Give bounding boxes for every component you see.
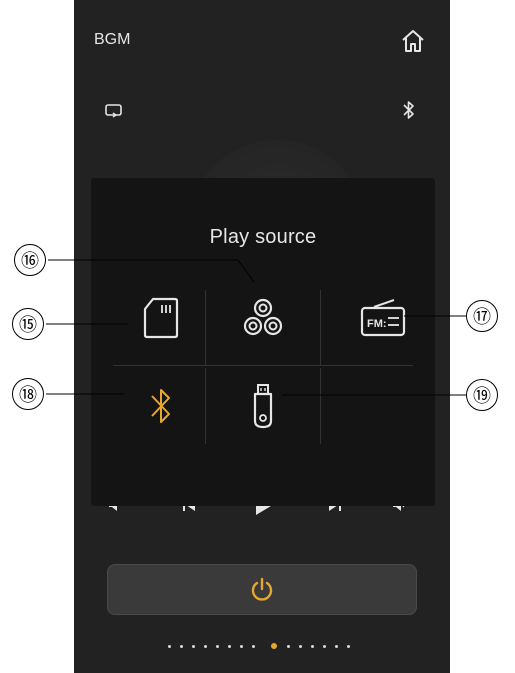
play-source-title: Play source [209,226,317,248]
multi-disc-icon [243,298,283,336]
play-source-dialog: Play source FM: [91,178,435,506]
page-dot[interactable] [240,645,243,648]
page-dot[interactable] [252,645,255,648]
source-multi-disc[interactable] [231,286,295,350]
callout-15: ⑮ [12,308,44,340]
page-dot[interactable] [335,645,338,648]
page-dot[interactable] [180,645,183,648]
sd-card-icon [143,297,179,339]
page-dot[interactable] [216,645,219,648]
fm-label: FM: [367,318,387,330]
source-usb[interactable] [231,374,295,438]
divider [113,365,413,366]
usb-drive-icon [253,384,273,429]
page-dot[interactable] [228,645,231,648]
callout-17: ⑰ [466,300,498,332]
fm-radio-icon: FM: [360,299,406,337]
page-dot[interactable] [192,645,195,648]
page-dot[interactable] [287,645,290,648]
repeat-icon[interactable] [104,102,124,125]
source-sd-card[interactable] [121,288,201,348]
callout-18: ⑱ [12,378,44,410]
page-dot-active[interactable] [271,643,277,649]
page-dot[interactable] [323,645,326,648]
divider [320,368,321,444]
page-dot[interactable] [311,645,314,648]
page-title: BGM [94,31,131,48]
source-bluetooth[interactable] [121,374,201,438]
page-dot[interactable] [168,645,171,648]
callout-19: ⑲ [466,379,498,411]
divider [205,290,206,366]
divider [320,290,321,366]
power-icon [251,577,273,601]
page-indicator [168,643,363,651]
bluetooth-icon [151,389,170,423]
source-fm-radio[interactable]: FM: [343,290,423,346]
page-dot[interactable] [347,645,350,648]
power-button[interactable] [107,564,417,615]
callout-16: ⑯ [14,244,46,276]
divider [205,368,206,444]
home-icon[interactable] [400,28,426,59]
page-dot[interactable] [299,645,302,648]
bluetooth-status-icon[interactable] [402,100,416,125]
page-dot[interactable] [204,645,207,648]
